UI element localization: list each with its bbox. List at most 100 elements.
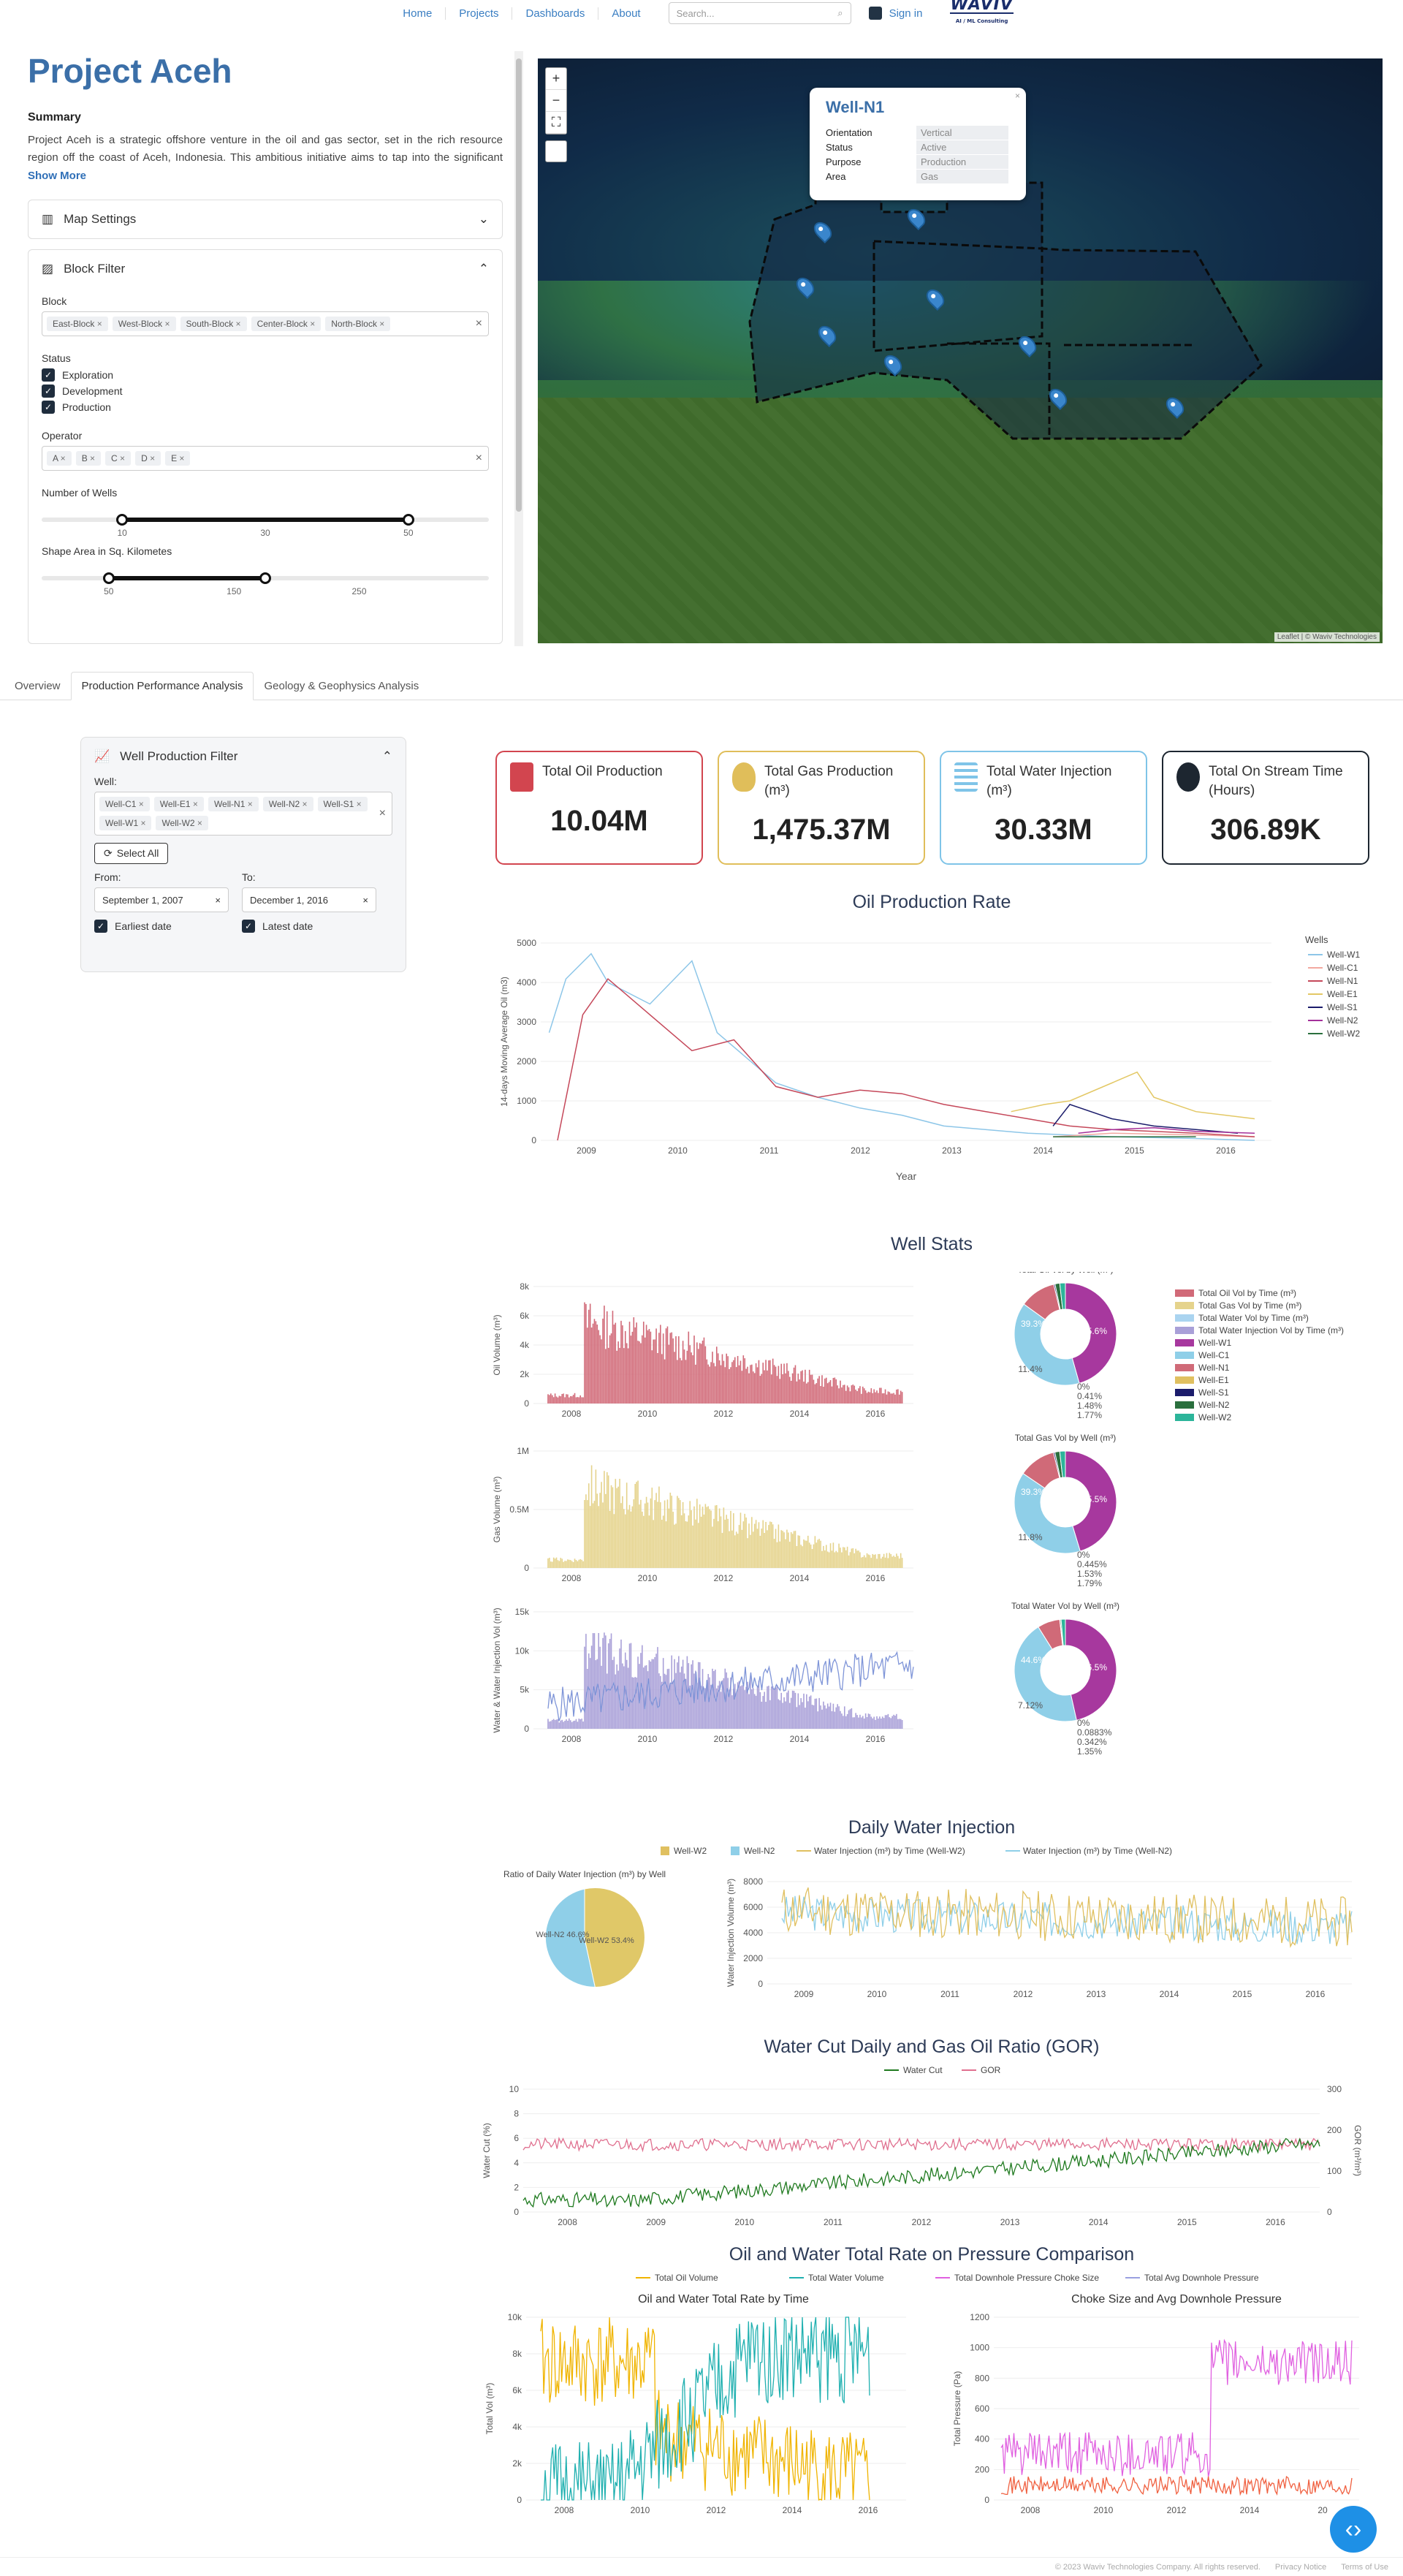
map-attribution[interactable]: Leaflet | © Waviv Technologies xyxy=(1274,632,1380,642)
area-range-slider[interactable]: 50 150 250 xyxy=(42,566,489,601)
pressure-comparison-charts[interactable]: Total Oil Volume Total Water Volume Total … xyxy=(482,2270,1388,2534)
nav-dashboards[interactable]: Dashboards xyxy=(512,7,599,20)
stats-chart-x-tick: 2008 xyxy=(562,1734,582,1744)
pie-label: 1.35% xyxy=(1077,1746,1102,1757)
pie-label: 7.12% xyxy=(1018,1700,1043,1711)
search-icon[interactable]: ⌕ xyxy=(837,7,843,19)
stats-chart-y-tick: 4k xyxy=(520,1340,530,1350)
legend-swatch xyxy=(1175,1314,1194,1322)
tag-operator[interactable]: B xyxy=(75,451,102,466)
dwi-chart-x-tick: 2012 xyxy=(1014,1989,1033,1999)
slider-min-handle[interactable] xyxy=(116,514,129,526)
slider-max-handle[interactable] xyxy=(402,514,414,526)
tag-well[interactable]: Well-N1 xyxy=(208,797,259,811)
well-stats-charts[interactable]: 0 2k 4k 6k 8k 2008 2010 2012 2014 2016 Oil Volume … xyxy=(482,1272,1388,1798)
status-checkbox[interactable]: ✓ Development xyxy=(42,384,489,398)
zoom-out-button[interactable]: − xyxy=(546,90,566,112)
pie-label: 0% xyxy=(1077,1382,1090,1392)
show-more-link[interactable]: Show More xyxy=(28,170,503,182)
tag-block[interactable]: South-Block xyxy=(180,317,247,331)
fullscreen-button[interactable]: ⛶ xyxy=(546,112,566,134)
to-date-input[interactable]: December 1, 2016 × xyxy=(242,887,376,912)
tag-block[interactable]: Center-Block xyxy=(251,317,322,331)
slider-min-handle[interactable] xyxy=(102,572,115,584)
water-cut-gor-chart[interactable]: Water Cut GOR 0 2 4 6 8 10 2008 2009 2010 2011 2012 2… xyxy=(482,2063,1388,2246)
wells-range-slider[interactable]: 10 30 50 xyxy=(42,507,489,542)
slider-max-handle[interactable] xyxy=(259,572,271,584)
stats-chart-y-tick: 6k xyxy=(520,1311,530,1321)
clear-icon[interactable]: × xyxy=(362,895,368,906)
stats-chart-x-tick: 2012 xyxy=(714,1734,734,1744)
tab-overview[interactable]: Overview xyxy=(4,673,71,700)
tag-well[interactable]: Well-E1 xyxy=(153,797,204,811)
search-input[interactable]: Search... ⌕ xyxy=(668,2,851,24)
status-checkbox[interactable]: ✓ Production xyxy=(42,401,489,414)
signin-link[interactable]: Sign in xyxy=(868,7,922,20)
nav-about[interactable]: About xyxy=(598,7,653,20)
oil-chart-x-tick: 2014 xyxy=(1033,1145,1053,1156)
pressure-chart-y-tick: 600 xyxy=(975,2403,989,2414)
left-panel-scrollbar[interactable] xyxy=(514,51,523,646)
logo[interactable]: WAVIV AI / ML Consulting xyxy=(950,0,1014,29)
daily-water-injection-chart[interactable]: Well-W2 Well-N2 Water Injection (m³) by Ti… xyxy=(482,1844,1388,2019)
tag-operator[interactable]: A xyxy=(47,451,72,466)
map[interactable]: + − ⛶ × Well-N1 Orientation Vertical Stat… xyxy=(538,58,1383,643)
pressure-comparison-title: Oil and Water Total Rate on Pressure Com… xyxy=(729,2244,1135,2265)
stats-chart-x-tick: 2014 xyxy=(790,1409,810,1419)
status-checkbox[interactable]: ✓ Exploration xyxy=(42,368,489,382)
block-multiselect[interactable]: East-Block West-Block South-Block Center… xyxy=(42,311,489,336)
kpi-card-stream: Total On Stream Time (Hours) 306.89K xyxy=(1162,751,1369,865)
tag-well[interactable]: Well-C1 xyxy=(99,797,150,811)
from-date-input[interactable]: September 1, 2007 × xyxy=(94,887,229,912)
nav-projects[interactable]: Projects xyxy=(446,7,513,20)
rate-chart-y-tick: 8k xyxy=(512,2349,522,2359)
rate-chart-y-tick: 4k xyxy=(512,2422,522,2432)
legend-swatch xyxy=(661,1846,669,1855)
scrollbar-thumb[interactable] xyxy=(516,58,522,512)
footer-privacy-link[interactable]: Privacy Notice xyxy=(1275,2563,1326,2572)
pie-title: Ratio of Daily Water Injection (m³) by W… xyxy=(503,1869,666,1879)
tag-operator[interactable]: E xyxy=(165,451,191,466)
gor-chart-x-tick: 2013 xyxy=(1000,2217,1020,2227)
latest-date-checkbox[interactable]: ✓ Latest date xyxy=(242,920,376,933)
chevron-up-icon[interactable]: ⌃ xyxy=(479,262,489,276)
legend-label: Well-W2 xyxy=(1198,1412,1231,1423)
legend-swatch xyxy=(1175,1364,1194,1371)
block-filter-accordion: ▨ Block Filter ⌃ Block East-Block West-Blo… xyxy=(28,249,503,644)
kpi-value: 306.89K xyxy=(1210,814,1321,846)
clear-icon[interactable]: × xyxy=(476,317,482,330)
chevron-up-icon[interactable]: ⌃ xyxy=(382,749,392,764)
tag-operator[interactable]: D xyxy=(135,451,161,466)
layers-button[interactable] xyxy=(545,140,567,162)
tag-well[interactable]: Well-N2 xyxy=(262,797,313,811)
tab-production-performance[interactable]: Production Performance Analysis xyxy=(70,672,254,700)
clear-icon[interactable]: × xyxy=(379,807,386,820)
well-multiselect[interactable]: Well-C1 Well-E1 Well-N1 Well-N2 Well-S1 … xyxy=(94,792,392,836)
earliest-date-checkbox[interactable]: ✓ Earliest date xyxy=(94,920,229,933)
code-icon: ‹› xyxy=(1345,2515,1362,2543)
oil-production-chart[interactable]: 0 1000 2000 3000 4000 5000 2009 2010 2011 2012 201… xyxy=(482,921,1388,1192)
tag-operator[interactable]: C xyxy=(105,451,132,466)
rate-chart-x-tick: 2016 xyxy=(859,2505,878,2515)
tag-well[interactable]: Well-W1 xyxy=(99,816,152,830)
operator-multiselect[interactable]: A B C D E × xyxy=(42,446,489,471)
nav-home[interactable]: Home xyxy=(389,7,446,20)
popup-row: Area Gas xyxy=(826,170,1010,184)
clear-icon[interactable]: × xyxy=(215,895,221,906)
summary-text: Project Aceh is a strategic offshore ven… xyxy=(28,134,503,164)
map-settings-accordion[interactable]: ▥ Map Settings ⌄ xyxy=(28,200,503,239)
tag-well[interactable]: Well-S1 xyxy=(317,797,368,811)
close-icon[interactable]: × xyxy=(1015,91,1020,101)
footer-terms-link[interactable]: Terms of Use xyxy=(1341,2563,1388,2572)
kpi-title: Total Water Injection xyxy=(986,764,1112,779)
tag-block[interactable]: West-Block xyxy=(112,317,176,331)
select-all-button[interactable]: ⟳ Select All xyxy=(94,843,169,864)
tab-geology-geophysics[interactable]: Geology & Geophysics Analysis xyxy=(254,673,429,700)
chevron-down-icon[interactable]: ⌄ xyxy=(479,212,489,227)
clear-icon[interactable]: × xyxy=(476,452,482,465)
tag-well[interactable]: Well-W2 xyxy=(156,816,208,830)
tag-block[interactable]: North-Block xyxy=(325,317,391,331)
zoom-in-button[interactable]: + xyxy=(546,68,566,90)
tag-block[interactable]: East-Block xyxy=(47,317,108,331)
code-toggle-button[interactable]: ‹› xyxy=(1330,2506,1377,2553)
